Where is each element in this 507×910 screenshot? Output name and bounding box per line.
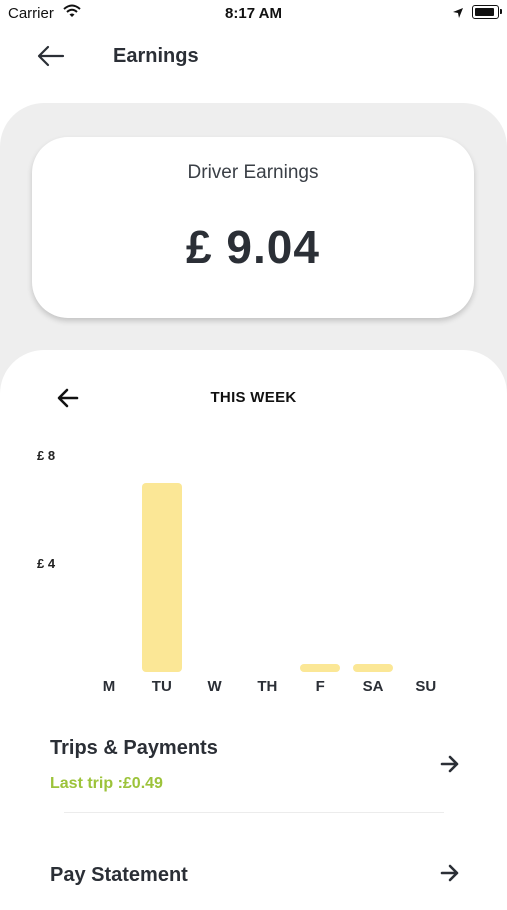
bar-tu: [141, 483, 182, 672]
trips-forward-arrow-icon[interactable]: [439, 753, 461, 775]
clock: 8:17 AM: [225, 5, 282, 22]
divider: [64, 812, 444, 813]
x-tick-label: M: [102, 678, 116, 695]
pay-statement-link[interactable]: Pay Statement: [50, 864, 188, 887]
x-tick-label: W: [207, 678, 222, 695]
last-trip-amount: Last trip :£0.49: [50, 775, 163, 792]
driver-earnings-card: Driver Earnings £ 9.04: [32, 137, 474, 318]
trips-payments-link[interactable]: Trips & Payments: [50, 737, 218, 760]
x-tick-label: F: [315, 678, 325, 695]
page-title: Earnings: [113, 45, 199, 67]
y-tick-label: £ 4: [37, 556, 56, 571]
earnings-label: Driver Earnings: [187, 162, 319, 183]
bar-f: [300, 663, 341, 672]
statement-forward-arrow-icon[interactable]: [439, 862, 461, 884]
location-arrow-icon: [452, 6, 464, 24]
y-tick-label: £ 8: [37, 448, 56, 463]
back-arrow-icon[interactable]: [36, 43, 66, 69]
x-tick-label: TH: [257, 678, 278, 695]
x-tick-label: SU: [415, 678, 437, 695]
weekly-chart-card: [0, 350, 507, 910]
x-tick-label: SA: [362, 678, 384, 695]
status-bar: Carrier 8:17 AM: [0, 0, 507, 28]
week-title: THIS WEEK: [210, 389, 297, 406]
x-tick-label: TU: [151, 678, 172, 695]
earnings-amount: £ 9.04: [186, 221, 320, 273]
battery-icon: [472, 5, 502, 19]
bar-sa: [353, 663, 393, 672]
